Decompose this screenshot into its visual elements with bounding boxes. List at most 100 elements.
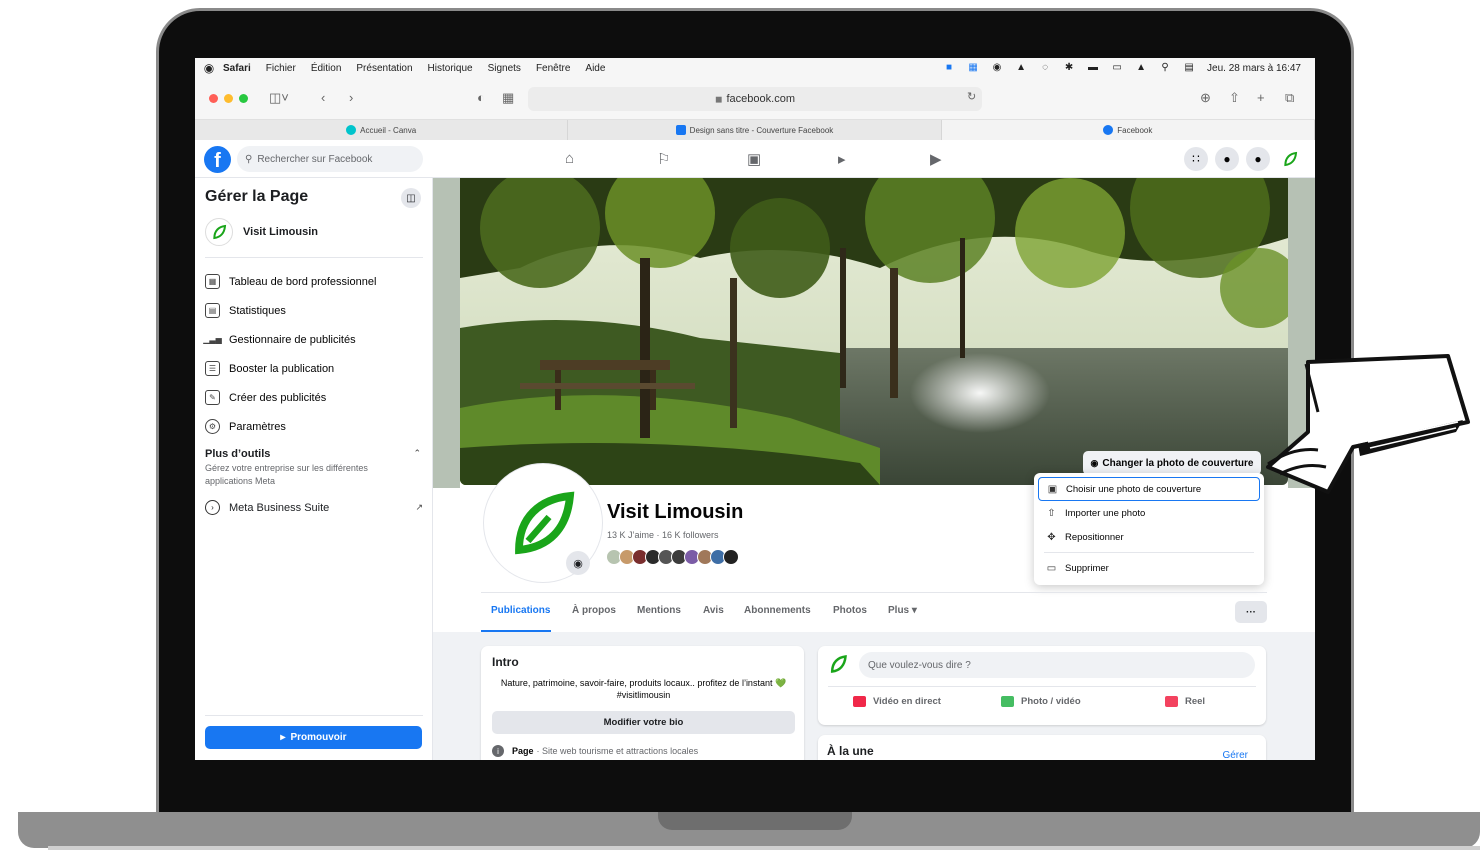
flag-icon[interactable]: ⚐ (657, 150, 670, 168)
close-window-button[interactable] (209, 94, 218, 103)
menu-item-delete[interactable]: ▭ Supprimer (1038, 556, 1260, 580)
collapse-sidebar-icon[interactable]: ◫ (401, 188, 421, 208)
menu-fenetre[interactable]: Fenêtre (536, 63, 570, 74)
facebook-search-input[interactable]: ⚲ Rechercher sur Facebook (237, 146, 423, 172)
menu-item-upload-photo[interactable]: ⇧ Importer une photo (1038, 501, 1260, 525)
share-status-icon[interactable]: ▲ (1015, 63, 1027, 73)
battery-icon[interactable]: ▭ (1111, 63, 1123, 73)
reel-button[interactable]: Reel (1165, 696, 1205, 707)
back-icon[interactable]: ‹ (321, 90, 325, 105)
live-video-button[interactable]: Vidéo en direct (853, 696, 941, 707)
menu-historique[interactable]: Historique (428, 63, 473, 74)
tab-abonnements[interactable]: Abonnements (744, 605, 811, 616)
sidebar-toggle-icon[interactable]: ◫˅ (269, 90, 289, 106)
insights-icon: ▤ (205, 303, 220, 318)
app-status-icon[interactable]: ■ (943, 63, 955, 73)
sidebar-item-settings[interactable]: ⚙ Paramètres (205, 412, 423, 441)
menubar-datetime[interactable]: Jeu. 28 mars à 16:47 (1207, 63, 1301, 74)
follower-avatars[interactable] (606, 549, 739, 565)
menu-signets[interactable]: Signets (488, 63, 521, 74)
profile-leaf-icon[interactable] (1278, 147, 1302, 171)
tab-facebook[interactable]: Facebook (941, 120, 1315, 140)
home-icon[interactable]: ⌂ (565, 150, 574, 167)
update-profile-picture-icon[interactable]: ◉ (566, 551, 590, 575)
tab-avis[interactable]: Avis (703, 605, 724, 616)
page-label: Page (512, 746, 534, 756)
promote-button[interactable]: ▸ Promouvoir (205, 726, 422, 749)
change-cover-button[interactable]: ◉ Changer la photo de couverture (1083, 451, 1261, 475)
page-stats[interactable]: 13 K J’aime · 16 K followers (607, 530, 719, 540)
zoom-window-button[interactable] (239, 94, 248, 103)
sidebar-item-label: Booster la publication (229, 362, 335, 375)
menu-item-label: Supprimer (1065, 562, 1109, 574)
tab-plus[interactable]: Plus ▾ (888, 605, 917, 616)
composer-input[interactable]: Que voulez-vous dire ? (859, 652, 1255, 678)
avatar (723, 549, 739, 565)
tab-overview-icon[interactable]: ⧉ (1285, 90, 1294, 106)
photo-video-button[interactable]: Photo / vidéo (1001, 696, 1081, 707)
bell-icon[interactable]: ● (1246, 147, 1270, 171)
tab-design[interactable]: Design sans titre - Couverture Facebook (568, 120, 942, 140)
tab-canva[interactable]: Accueil - Canva (195, 120, 569, 140)
sidebar-item-label: Gestionnaire de publicités (229, 333, 356, 346)
menu-app[interactable]: Safari (223, 63, 251, 74)
facebook-logo[interactable]: f (204, 146, 231, 173)
menu-edition[interactable]: Édition (311, 63, 342, 74)
upload-icon: ⇧ (1047, 507, 1056, 519)
meta-business-suite-link[interactable]: › Meta Business Suite ↗ (205, 500, 423, 515)
spotlight-icon[interactable]: ⚲ (1159, 63, 1171, 73)
share-icon[interactable]: ⇧ (1229, 90, 1240, 106)
tab-label: Facebook (1117, 125, 1153, 135)
new-tab-icon[interactable]: + (1257, 90, 1265, 105)
cover-photo-image (460, 178, 1288, 485)
extension-icon[interactable]: ◉ (991, 63, 1003, 73)
bluetooth-icon[interactable]: ✱ (1063, 63, 1075, 73)
cover-photo[interactable] (460, 178, 1288, 485)
tab-photos[interactable]: Photos (833, 605, 867, 616)
status-area: ■ ▦ ◉ ▲ ◌ ✱ ▬ ▭ ▲ ⚲ ▤ Jeu. 28 mars à 16:… (943, 58, 1301, 78)
marketplace-icon[interactable]: ▣ (747, 150, 761, 168)
cover-options-menu: ▣ Choisir une photo de couverture ⇧ Impo… (1034, 473, 1264, 585)
sidebar-item-create-ads[interactable]: ✎ Créer des publicités (205, 383, 423, 412)
menu-item-reposition[interactable]: ✥ Repositionner (1038, 525, 1260, 549)
apple-icon[interactable]: ◉ (195, 61, 223, 75)
sidebar-item-dashboard[interactable]: ▦ Tableau de bord professionnel (205, 267, 423, 296)
minimize-window-button[interactable] (224, 94, 233, 103)
sidebar-item-boost[interactable]: ☰ Booster la publication (205, 354, 423, 383)
manage-featured-link[interactable]: Gérer (1222, 750, 1248, 760)
tab-mentions[interactable]: Mentions (637, 605, 681, 616)
tab-a-propos[interactable]: À propos (572, 605, 616, 616)
privacy-shield-icon[interactable]: ◐ (477, 90, 485, 105)
sidebar-page-item[interactable]: Visit Limousin (205, 218, 318, 246)
chevron-up-icon[interactable]: ⌃ (413, 448, 421, 459)
edit-bio-button[interactable]: Modifier votre bio (492, 711, 795, 734)
sidebar-item-ads-manager[interactable]: ▁▃▅ Gestionnaire de publicités (203, 325, 423, 354)
menu-item-choose-cover[interactable]: ▣ Choisir une photo de couverture (1038, 477, 1260, 501)
window-controls (209, 94, 248, 103)
info-icon: i (492, 745, 504, 757)
keyboard-icon[interactable]: ▬ (1087, 63, 1099, 73)
screen: ◉ Safari Fichier Édition Présentation Hi… (195, 58, 1315, 760)
wifi-icon[interactable]: ▲ (1135, 63, 1147, 73)
address-bar[interactable]: ◼ facebook.com (528, 87, 982, 111)
more-tools-section[interactable]: Plus d’outils Gérez votre entreprise sur… (205, 448, 423, 488)
video-icon[interactable]: ▶ (930, 150, 942, 168)
messenger-icon[interactable]: ● (1215, 147, 1239, 171)
reader-icon[interactable]: ▦ (502, 90, 514, 106)
menu-presentation[interactable]: Présentation (356, 63, 412, 74)
menu-fichier[interactable]: Fichier (266, 63, 296, 74)
tab-publications[interactable]: Publications (491, 605, 550, 616)
forward-icon[interactable]: › (349, 90, 353, 105)
downloads-icon[interactable]: ⊕ (1200, 90, 1211, 106)
control-center-icon[interactable]: ▤ (1183, 63, 1195, 73)
play-status-icon[interactable]: ◌ (1039, 63, 1051, 73)
reload-icon[interactable]: ↻ (967, 90, 976, 103)
megaphone-icon[interactable]: ▸ (838, 150, 846, 168)
featured-title: À la une (827, 744, 874, 758)
menu-grid-icon[interactable]: ∷ (1184, 147, 1208, 171)
sidebar-item-statistiques[interactable]: ▤ Statistiques (205, 296, 423, 325)
dashlane-icon[interactable]: ▦ (967, 63, 979, 73)
intro-bio: Nature, patrimoine, savoir-faire, produi… (500, 678, 787, 700)
more-options-button[interactable]: ··· (1235, 601, 1267, 623)
menu-aide[interactable]: Aide (585, 63, 605, 74)
